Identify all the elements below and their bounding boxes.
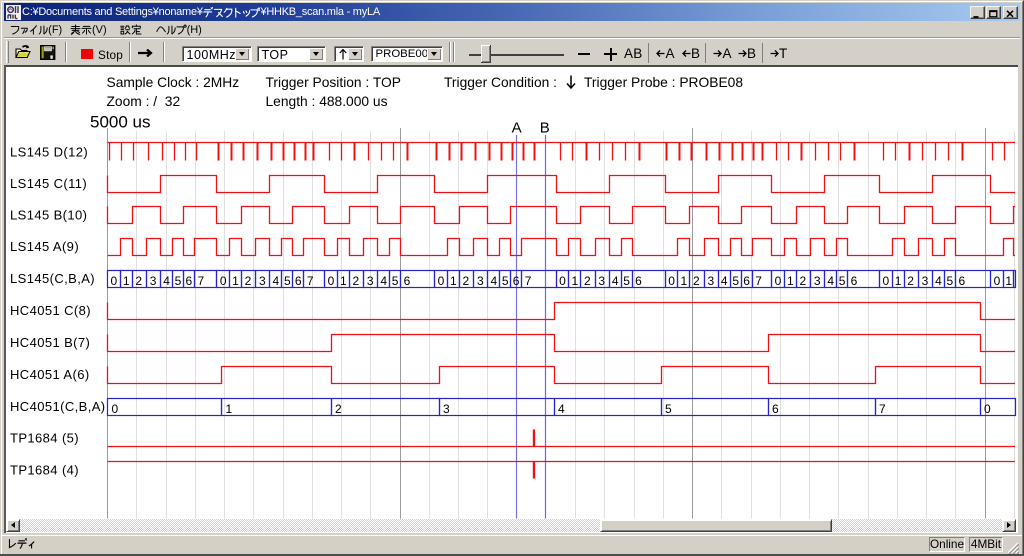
svg-text:1: 1 <box>232 274 239 288</box>
svg-text:4: 4 <box>935 274 942 288</box>
svg-text:TP1684 (5): TP1684 (5) <box>10 431 79 446</box>
svg-text:3: 3 <box>707 274 714 288</box>
svg-text:2: 2 <box>463 274 470 288</box>
svg-text:5: 5 <box>392 274 399 288</box>
svg-text:1: 1 <box>787 274 794 288</box>
svg-text:5: 5 <box>623 274 630 288</box>
svg-text:4: 4 <box>558 402 565 416</box>
svg-text:0: 0 <box>328 274 335 288</box>
svg-text:5: 5 <box>502 274 509 288</box>
svg-text:0: 0 <box>775 274 782 288</box>
svg-text:4: 4 <box>380 274 387 288</box>
svg-text:2: 2 <box>352 274 359 288</box>
svg-text:6: 6 <box>513 274 520 288</box>
svg-text:6: 6 <box>958 274 965 288</box>
svg-text:3: 3 <box>477 274 484 288</box>
svg-text:2: 2 <box>584 274 591 288</box>
svg-text:5: 5 <box>947 274 954 288</box>
svg-text:0: 0 <box>559 274 566 288</box>
svg-text:LS145 C(11): LS145 C(11) <box>10 176 87 191</box>
svg-text:0: 0 <box>994 274 1001 288</box>
svg-text:0: 0 <box>112 402 119 416</box>
svg-text:LS145 B(10): LS145 B(10) <box>10 208 87 223</box>
svg-text:HC4051 A(6): HC4051 A(6) <box>10 367 90 382</box>
svg-text:6: 6 <box>772 402 779 416</box>
svg-text:3: 3 <box>367 274 374 288</box>
svg-text:5: 5 <box>665 402 672 416</box>
svg-text:HC4051(C,B,A): HC4051(C,B,A) <box>10 399 106 414</box>
svg-text:1: 1 <box>681 274 688 288</box>
svg-text:6: 6 <box>404 274 411 288</box>
svg-text:2: 2 <box>245 274 252 288</box>
svg-text:0: 0 <box>984 402 991 416</box>
svg-text:3: 3 <box>922 274 929 288</box>
svg-text:3: 3 <box>814 274 821 288</box>
svg-text:HC4051 B(7): HC4051 B(7) <box>10 335 90 350</box>
svg-text:TP1684 (4): TP1684 (4) <box>10 463 79 478</box>
svg-text:1: 1 <box>340 274 347 288</box>
svg-text:6: 6 <box>295 274 302 288</box>
svg-text:5: 5 <box>732 274 739 288</box>
svg-text:4: 4 <box>827 274 834 288</box>
svg-text:0: 0 <box>220 274 227 288</box>
svg-text:4: 4 <box>721 274 728 288</box>
svg-text:LS145 D(12): LS145 D(12) <box>10 145 88 160</box>
svg-text:0: 0 <box>110 274 117 288</box>
svg-text:2: 2 <box>693 274 700 288</box>
svg-text:HC4051 C(8): HC4051 C(8) <box>10 303 91 318</box>
svg-text:1: 1 <box>226 402 233 416</box>
svg-text:7: 7 <box>307 274 314 288</box>
svg-text:0: 0 <box>438 274 445 288</box>
svg-text:2: 2 <box>135 274 142 288</box>
svg-text:0: 0 <box>668 274 675 288</box>
svg-text:3: 3 <box>598 274 605 288</box>
svg-text:A: A <box>512 120 522 137</box>
svg-text:1: 1 <box>123 274 130 288</box>
svg-text:LS145(C,B,A): LS145(C,B,A) <box>10 271 95 286</box>
svg-text:3: 3 <box>259 274 266 288</box>
svg-text:4: 4 <box>490 274 497 288</box>
svg-text:4: 4 <box>273 274 280 288</box>
svg-text:3: 3 <box>443 402 450 416</box>
svg-text:3: 3 <box>150 274 157 288</box>
svg-text:6: 6 <box>186 274 193 288</box>
svg-text:5: 5 <box>175 274 182 288</box>
svg-text:6: 6 <box>743 274 750 288</box>
svg-text:B: B <box>540 120 550 137</box>
svg-text:7: 7 <box>198 274 205 288</box>
svg-text:7: 7 <box>755 274 762 288</box>
svg-text:4: 4 <box>612 274 619 288</box>
svg-text:2: 2 <box>907 274 914 288</box>
svg-text:6: 6 <box>635 274 642 288</box>
svg-text:6: 6 <box>851 274 858 288</box>
svg-text:7: 7 <box>879 402 886 416</box>
svg-text:1: 1 <box>1005 274 1012 288</box>
svg-text:5000 us: 5000 us <box>90 113 151 132</box>
svg-text:2: 2 <box>799 274 806 288</box>
svg-text:1: 1 <box>895 274 902 288</box>
svg-text:5: 5 <box>284 274 291 288</box>
svg-text:7: 7 <box>525 274 532 288</box>
svg-text:1: 1 <box>450 274 457 288</box>
svg-text:1: 1 <box>571 274 578 288</box>
svg-text:0: 0 <box>882 274 889 288</box>
svg-text:LS145 A(9): LS145 A(9) <box>10 239 79 254</box>
svg-text:5: 5 <box>839 274 846 288</box>
svg-text:4: 4 <box>163 274 170 288</box>
svg-text:2: 2 <box>335 402 342 416</box>
